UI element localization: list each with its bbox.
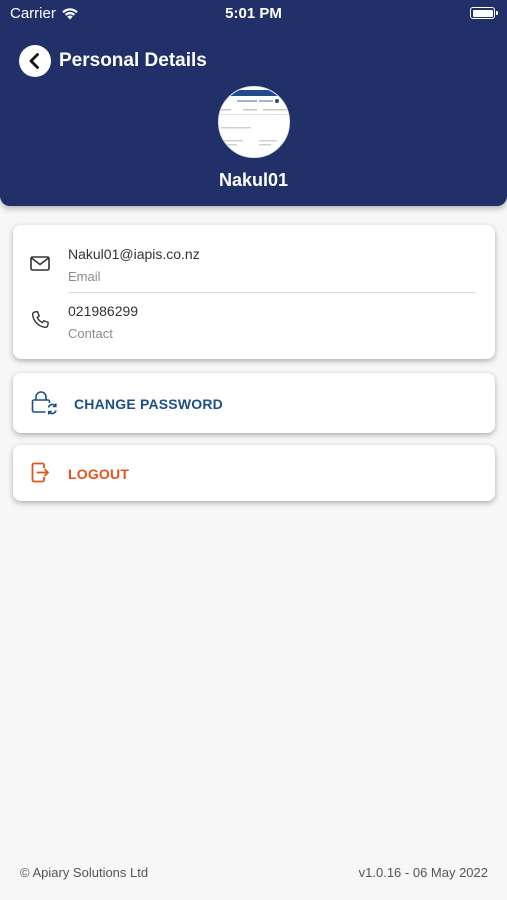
change-password-button[interactable]: CHANGE PASSWORD xyxy=(13,373,495,433)
contact-value: 021986299 xyxy=(68,303,139,319)
copyright-text: © Apiary Solutions Ltd xyxy=(20,865,149,880)
change-password-label: CHANGE PASSWORD xyxy=(74,396,223,412)
email-value: Nakul01@iapis.co.nz xyxy=(68,246,200,262)
avatar-image xyxy=(219,87,289,157)
header: Carrier 5:01 PM Personal Details Nakul01 xyxy=(0,0,507,206)
email-caption: Email xyxy=(68,269,101,284)
version-text: v1.0.16 - 06 May 2022 xyxy=(358,865,488,880)
phone-icon xyxy=(32,310,49,328)
status-bar: Carrier 5:01 PM xyxy=(0,0,507,28)
envelope-icon xyxy=(30,256,50,271)
contact-caption: Contact xyxy=(68,326,113,341)
logout-label: LOGOUT xyxy=(68,466,130,482)
lock-refresh-icon xyxy=(31,391,57,415)
contact-row: 021986299 Contact xyxy=(13,293,495,359)
battery-icon xyxy=(470,7,498,19)
user-name: Nakul01 xyxy=(218,170,289,190)
back-button[interactable] xyxy=(19,45,51,77)
avatar xyxy=(218,86,290,158)
chevron-left-icon xyxy=(29,53,39,69)
battery-level xyxy=(472,9,493,17)
logout-button[interactable]: LOGOUT xyxy=(13,445,495,501)
personal-details-card: Nakul01@iapis.co.nz Email 021986299 Cont… xyxy=(13,225,495,359)
status-time: 5:01 PM xyxy=(225,5,282,22)
page-title: Personal Details xyxy=(59,50,207,71)
email-row: Nakul01@iapis.co.nz Email xyxy=(13,225,495,292)
logout-icon xyxy=(31,462,49,483)
